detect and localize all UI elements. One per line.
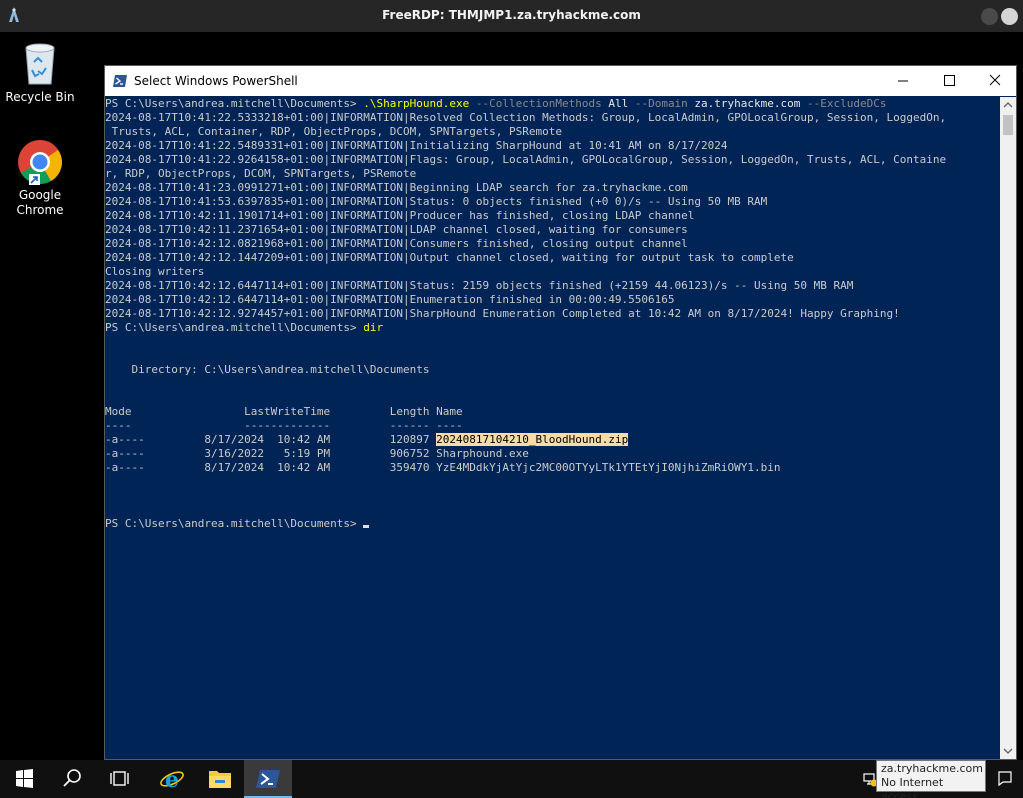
start-button[interactable] <box>0 760 48 798</box>
console-line: Closing writers <box>105 265 205 278</box>
rdp-close-button[interactable] <box>1001 8 1018 25</box>
file-row-info: -a---- 3/16/2022 5:19 PM 906752 <box>105 447 437 460</box>
powershell-icon <box>113 75 127 87</box>
taskbar-file-explorer[interactable] <box>196 760 244 798</box>
file-row-info: -a---- 8/17/2024 10:42 AM 120897 <box>105 433 437 446</box>
task-view-button[interactable] <box>96 760 144 798</box>
console-line: 2024-08-17T10:42:12.1447209+01:00|INFORM… <box>105 251 794 264</box>
rdp-minimize-button[interactable] <box>981 8 998 25</box>
tooltip-domain: za.tryhackme.com <box>881 762 983 775</box>
command-param: --ExcludeDCs <box>800 97 887 110</box>
console-output[interactable]: PS C:\Users\andrea.mitchell\Documents> .… <box>105 97 1000 759</box>
tooltip-status: No Internet access <box>881 776 944 798</box>
file-explorer-icon <box>209 771 231 788</box>
console-line: 2024-08-17T10:42:12.6447114+01:00|INFORM… <box>105 293 675 306</box>
command-value: za.tryhackme.com <box>687 97 801 110</box>
recycle-bin-label: Recycle Bin <box>5 90 75 104</box>
recycle-bin-icon <box>25 43 55 85</box>
file-row: -a---- 8/17/2024 10:42 AM 359470 YzE4MDd… <box>105 461 1000 475</box>
internet-explorer-icon: e <box>160 767 184 793</box>
powershell-titlebar[interactable]: Select Windows PowerShell <box>105 66 1016 96</box>
search-button[interactable] <box>48 760 96 798</box>
file-row-info: -a---- 8/17/2024 10:42 AM 359470 <box>105 461 437 474</box>
console-line: 2024-08-17T10:41:22.5333218+01:00|INFORM… <box>105 111 947 124</box>
minimize-icon <box>898 80 908 82</box>
console-scrollbar[interactable] <box>1000 97 1016 759</box>
maximize-button[interactable] <box>926 66 972 96</box>
svg-text:e: e <box>165 767 179 793</box>
rdp-window-title: FreeRDP: THMJMP1.za.tryhackme.com <box>382 8 641 22</box>
desktop-icon-google-chrome[interactable]: Google Chrome <box>4 138 76 218</box>
scroll-down-arrow-icon[interactable] <box>1000 743 1016 759</box>
table-header-line: Mode LastWriteTime Length Name <box>105 405 463 418</box>
taskbar-powershell[interactable] <box>244 760 292 798</box>
prompt: PS C:\Users\andrea.mitchell\Documents> <box>105 321 364 334</box>
chrome-icon <box>18 140 62 185</box>
console-line: 2024-08-17T10:42:11.2371654+01:00|INFORM… <box>105 223 688 236</box>
prompt: PS C:\Users\andrea.mitchell\Documents> <box>105 97 364 110</box>
console-line: 2024-08-17T10:41:53.6397835+01:00|INFORM… <box>105 195 768 208</box>
task-view-icon <box>110 771 129 786</box>
command-param: --Domain <box>628 97 688 110</box>
scroll-thumb[interactable] <box>1003 115 1013 135</box>
rdp-titlebar[interactable]: FreeRDP: THMJMP1.za.tryhackme.com <box>0 0 1023 32</box>
minimize-button[interactable] <box>880 66 926 96</box>
powershell-window[interactable]: Select Windows PowerShell PS C:\Users\an… <box>104 65 1017 760</box>
file-name-highlighted[interactable]: 20240817104210_BloodHound.zip <box>436 433 629 446</box>
console-dir-command-line: PS C:\Users\andrea.mitchell\Documents> d… <box>105 321 1000 335</box>
directory-line: Directory: C:\Users\andrea.mitchell\Docu… <box>105 363 430 376</box>
file-row: -a---- 3/16/2022 5:19 PM 906752 Sharphou… <box>105 447 1000 461</box>
text-cursor <box>363 525 370 528</box>
notification-icon[interactable] <box>995 768 1015 788</box>
search-icon <box>63 769 81 787</box>
console-line: 2024-08-17T10:42:12.0821968+01:00|INFORM… <box>105 237 688 250</box>
command-exe: .\SharpHound.exe <box>363 97 470 110</box>
console-line: 2024-08-17T10:41:23.0991271+01:00|INFORM… <box>105 181 688 194</box>
console-line: 2024-08-17T10:41:22.9264158+01:00|INFORM… <box>105 153 947 166</box>
command-value: All <box>601 97 629 110</box>
command-param: --CollectionMethods <box>469 97 602 110</box>
command-dir: dir <box>363 321 384 334</box>
file-row: -a---- 8/17/2024 10:42 AM 120897 2024081… <box>105 433 1000 447</box>
close-icon <box>989 74 1001 86</box>
maximize-icon <box>944 75 955 86</box>
table-divider-line: ---- ------------- ------ ---- <box>105 419 463 432</box>
console-prompt-line[interactable]: PS C:\Users\andrea.mitchell\Documents> <box>105 517 1000 531</box>
console-line: 2024-08-17T10:42:11.1901714+01:00|INFORM… <box>105 209 695 222</box>
console-line: 2024-08-17T10:41:22.5489331+01:00|INFORM… <box>105 139 728 152</box>
file-name[interactable]: YzE4MDdkYjAtYjc2MC00OTYyLTk1YTEtYjI0Njhi… <box>436 461 780 474</box>
windows-start-icon <box>16 769 33 788</box>
file-name[interactable]: Sharphound.exe <box>436 447 529 460</box>
close-button[interactable] <box>972 66 1018 96</box>
chrome-label-line2: Chrome <box>16 203 64 217</box>
console-command-line: PS C:\Users\andrea.mitchell\Documents> .… <box>105 97 1000 111</box>
scroll-up-arrow-icon[interactable] <box>1000 97 1016 113</box>
console-line: 2024-08-17T10:42:12.6447114+01:00|INFORM… <box>105 279 854 292</box>
prompt: PS C:\Users\andrea.mitchell\Documents> <box>105 517 364 530</box>
console-line: 2024-08-17T10:42:12.9274457+01:00|INFORM… <box>105 307 900 320</box>
taskbar-internet-explorer[interactable]: e <box>148 760 196 798</box>
desktop-icon-recycle-bin[interactable]: Recycle Bin <box>4 40 76 105</box>
network-tooltip: za.tryhackme.com No Internet access <box>876 760 986 798</box>
powershell-window-title: Select Windows PowerShell <box>134 74 298 88</box>
console-line: r, RDP, ObjectProps, DCOM, SPNTargets, P… <box>105 167 417 180</box>
chrome-label-line1: Google <box>18 188 62 202</box>
console-line: Trusts, ACL, Container, RDP, ObjectProps… <box>105 125 562 138</box>
powershell-icon <box>256 770 280 788</box>
